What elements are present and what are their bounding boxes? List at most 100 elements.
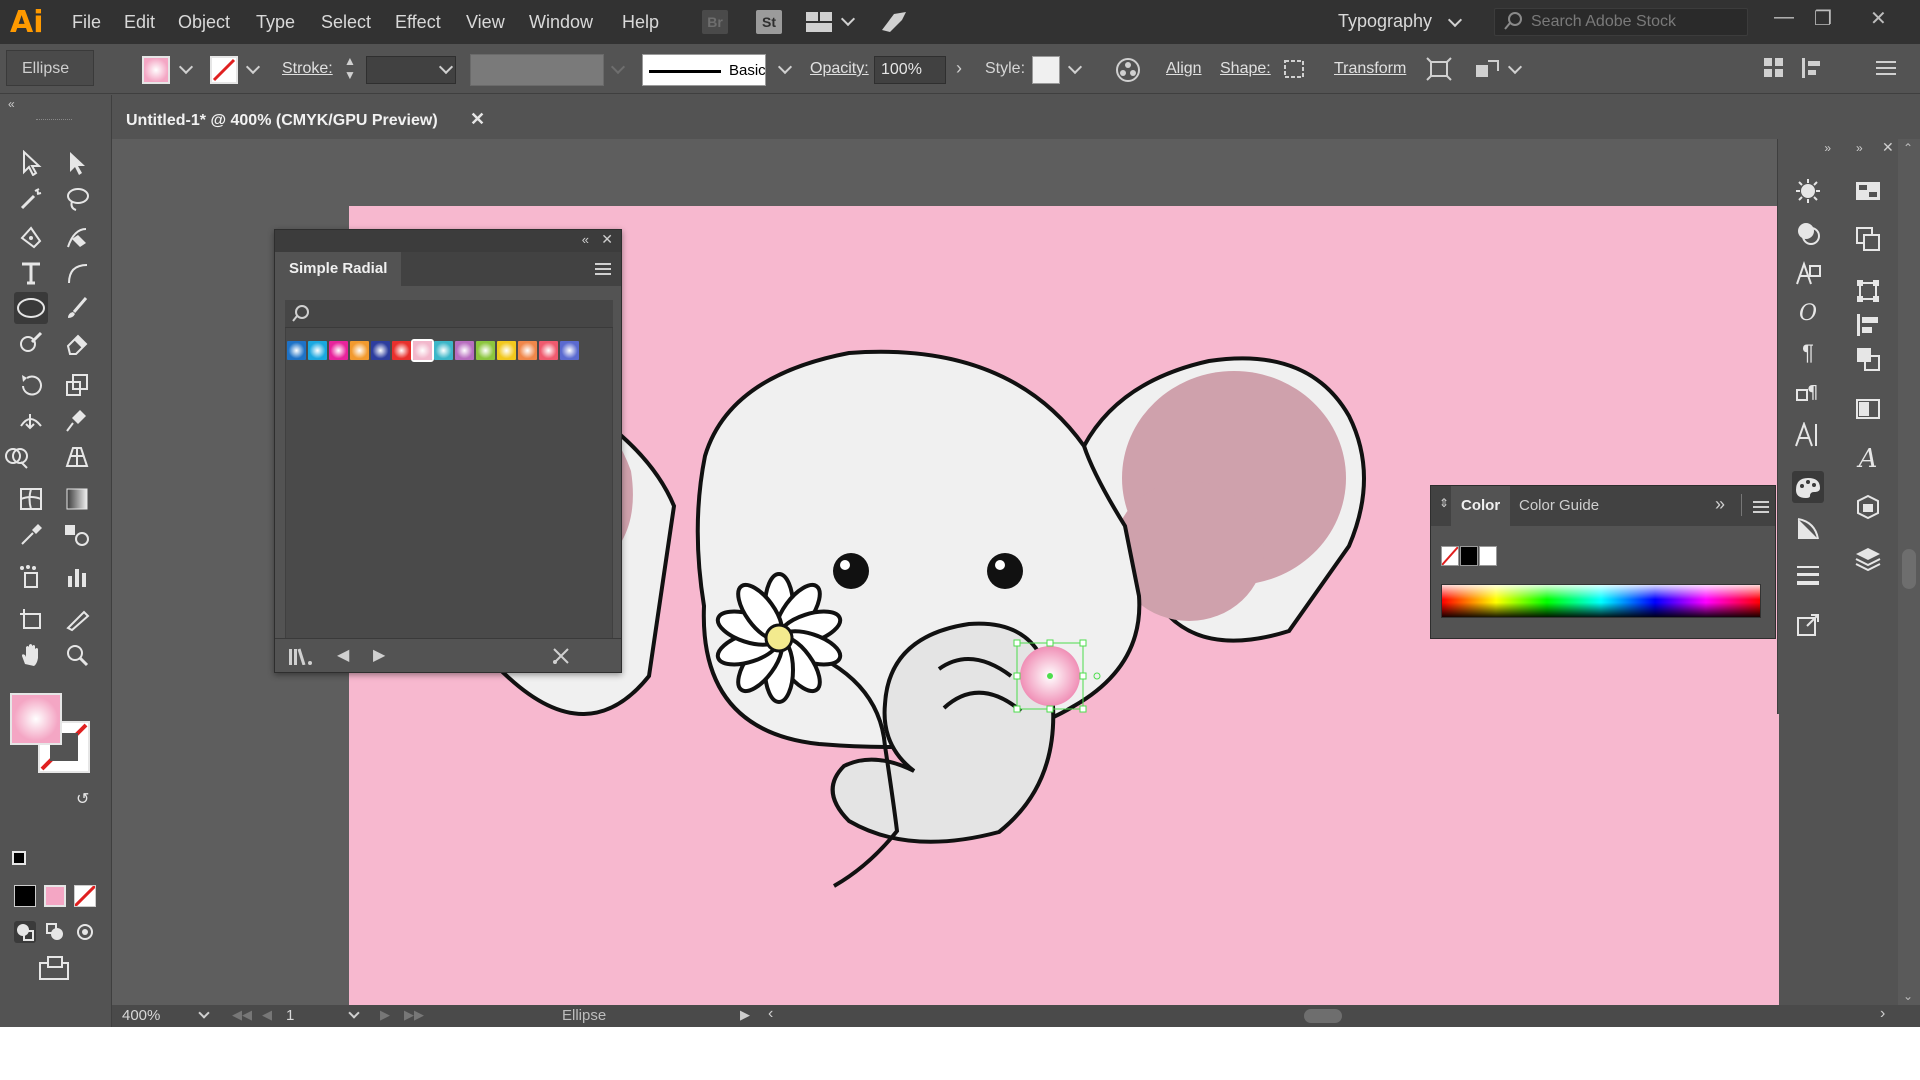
gradient-panel-icon[interactable] [1852,393,1884,425]
draw-normal-icon[interactable] [14,921,36,943]
white-color-swatch[interactable] [1479,546,1497,566]
chevron-down-icon[interactable] [198,1007,210,1019]
align-panel-icon[interactable] [1852,309,1884,341]
export-asset-icon[interactable] [1792,609,1824,641]
transform-panel-icon[interactable] [1852,275,1884,307]
document-tab[interactable]: Untitled-1* @ 400% (CMYK/GPU Preview) ✕ [112,103,494,139]
width-tool-icon[interactable] [14,405,48,437]
stock-icon[interactable]: St [756,10,782,34]
recolor-artwork-icon[interactable] [1114,56,1142,89]
default-fill-stroke-icon[interactable] [12,851,26,865]
scale-tool-icon[interactable] [60,369,94,401]
gradient-mode-icon[interactable] [44,885,66,907]
next-library-icon[interactable]: ▶ [373,645,385,665]
swatches-icon[interactable] [1852,175,1884,207]
vertical-scrollbar[interactable]: ⌃ ⌄ [1898,139,1920,1005]
radial-swatch[interactable] [371,341,390,360]
zoom-level[interactable]: 400% [122,1007,160,1024]
scrollbar-thumb[interactable] [1902,549,1916,589]
scroll-right-icon[interactable]: › [1880,1005,1885,1023]
none-mode-icon[interactable] [73,884,97,908]
shaper-tool-icon[interactable] [14,327,48,359]
libraries-icon[interactable] [1852,491,1884,523]
layers-icon[interactable] [1852,543,1884,575]
eyedropper-tool-icon[interactable] [14,519,48,551]
appearance-icon[interactable] [1792,217,1824,249]
last-artboard-icon[interactable]: ▶▶ [404,1007,424,1023]
direct-selection-tool-icon[interactable] [60,147,94,179]
chevron-down-icon[interactable] [1507,59,1523,75]
brushes-icon[interactable] [1792,175,1824,207]
slice-tool-icon[interactable] [60,603,94,635]
previous-library-icon[interactable]: ◀ [337,645,349,665]
puppet-warp-tool-icon[interactable] [60,405,94,437]
radial-swatch[interactable] [287,341,306,360]
line-segment-tool-icon[interactable] [60,257,94,289]
radial-swatch[interactable] [350,341,369,360]
pathfinder-icon[interactable] [1852,343,1884,375]
close-panel-icon[interactable]: ✕ [601,231,613,248]
collapse-to-icons-icon[interactable]: » [1715,494,1725,515]
horizontal-scrollbar-thumb[interactable] [1304,1009,1342,1023]
ellipse-tool-icon[interactable] [14,292,48,324]
menu-file[interactable]: File [72,12,101,33]
gradient-tool-icon[interactable] [60,483,94,515]
next-artboard-icon[interactable]: ▶ [380,1007,390,1023]
chevron-down-icon[interactable] [610,59,626,75]
artboard-number[interactable]: 1 [286,1007,294,1024]
chevron-down-icon[interactable] [348,1007,360,1019]
fill-color-swatch[interactable] [10,693,62,745]
status-menu-icon[interactable]: ▶ [740,1007,750,1023]
tab-color[interactable]: Color [1451,486,1511,526]
swatch-search-input[interactable] [285,300,613,328]
fill-swatch[interactable] [142,56,170,84]
radial-swatch[interactable] [329,341,348,360]
panel-menu-icon[interactable] [1753,500,1769,519]
stroke-swatch[interactable] [210,56,238,84]
character-styles-icon[interactable] [1792,257,1824,289]
brush-definition-field[interactable]: Basic [642,54,766,86]
stroke-label[interactable]: Stroke: [282,60,333,78]
opacity-label[interactable]: Opacity: [810,60,869,78]
magic-wand-tool-icon[interactable] [14,183,48,215]
chevron-down-icon[interactable] [1447,12,1463,28]
panel-title-bar[interactable]: « ✕ [275,230,621,252]
panel-menu-icon[interactable] [595,262,611,281]
menu-view[interactable]: View [466,12,505,33]
lasso-tool-icon[interactable] [60,183,94,215]
close-icon[interactable]: ✕ [1870,6,1887,31]
variable-width-profile[interactable] [470,54,604,86]
stroke-panel-icon[interactable] [1792,559,1824,591]
scroll-down-icon[interactable]: ⌄ [1903,989,1913,1003]
panel-grip[interactable] [36,119,72,121]
first-artboard-icon[interactable]: ◀◀ [232,1007,252,1023]
black-color-swatch[interactable] [1460,546,1478,566]
artboard-tool-icon[interactable] [14,603,48,635]
expand-panels-icon[interactable]: » [1856,141,1863,155]
stroke-weight-stepper[interactable]: ▲ ▼ [344,54,360,84]
align-link[interactable]: Align [1166,60,1202,78]
selection-tool-icon[interactable] [14,147,48,179]
radial-swatch[interactable] [392,341,411,360]
opentype-icon[interactable]: O [1792,297,1824,329]
zoom-tool-icon[interactable] [60,639,94,671]
character-icon[interactable] [1792,419,1824,451]
transform-link[interactable]: Transform [1334,60,1406,78]
pen-tool-icon[interactable] [14,222,48,254]
radial-swatch[interactable] [455,341,474,360]
shape-link[interactable]: Shape: [1220,60,1271,78]
column-graph-tool-icon[interactable] [60,561,94,593]
chevron-down-icon[interactable] [840,11,856,27]
curvature-tool-icon[interactable] [60,222,94,254]
radial-swatch[interactable] [476,341,495,360]
swap-fill-stroke-icon[interactable]: ↺ [76,789,89,809]
close-dock-icon[interactable]: ✕ [1882,139,1894,156]
restore-icon[interactable]: ❐ [1814,6,1832,31]
tab-color-guide[interactable]: Color Guide [1519,497,1599,514]
hand-tool-icon[interactable] [14,639,48,671]
color-panel-icon[interactable] [1792,471,1824,503]
collapse-panel-icon[interactable]: « [582,232,589,247]
opacity-field[interactable]: 100% [874,56,946,84]
menu-window[interactable]: Window [529,12,593,33]
minimize-icon[interactable]: — [1774,6,1794,29]
